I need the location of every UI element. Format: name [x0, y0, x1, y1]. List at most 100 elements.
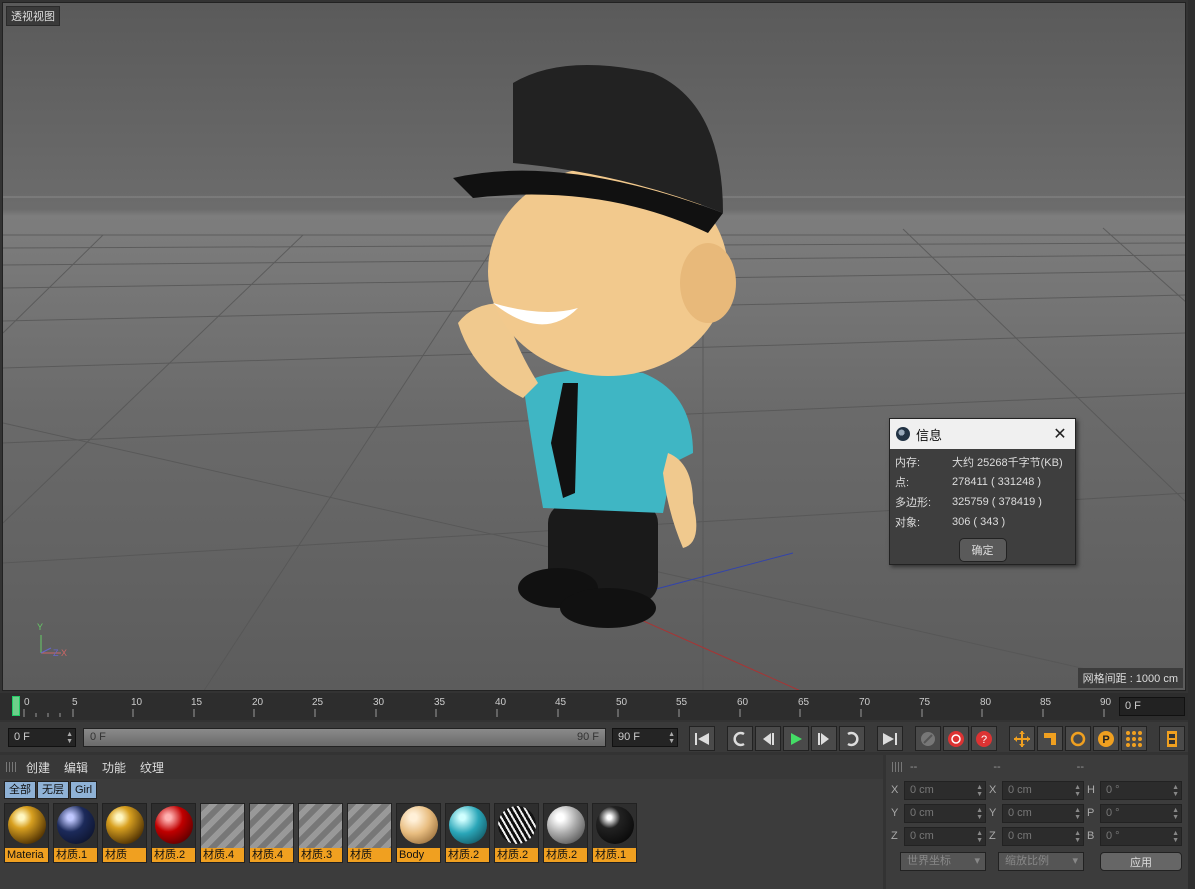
- move-icon: [1014, 730, 1030, 747]
- go-to-start-button[interactable]: [689, 726, 715, 751]
- skip-start-icon: [695, 732, 709, 745]
- apply-button[interactable]: 应用: [1100, 852, 1182, 871]
- material-preview: [155, 806, 193, 844]
- rotation-key-button[interactable]: [1065, 726, 1091, 751]
- rotation-h-field[interactable]: 0 ° ▲ ▼: [1100, 781, 1182, 800]
- next-frame-button[interactable]: [811, 726, 837, 751]
- material-swatch[interactable]: 材质.2: [543, 803, 588, 863]
- position-x-field[interactable]: 0 cm ▲ ▼: [904, 781, 986, 800]
- axis-label: Y: [891, 807, 899, 819]
- coord-row-2: Y 0 cm ▲ ▼ Y 0 cm ▲ ▼ P 0 ° ▲ ▼: [890, 804, 1186, 824]
- axis-label: Z: [989, 830, 996, 842]
- perspective-viewport[interactable]: 透视视图 Y Z X 网格间距 : 1000 cm: [2, 2, 1186, 691]
- rotation-p-field[interactable]: 0 ° ▲ ▼: [1100, 804, 1182, 823]
- filter-girl[interactable]: Girl: [70, 781, 98, 799]
- previous-frame-button[interactable]: [755, 726, 781, 751]
- spinner-icon[interactable]: ▲ ▼: [1074, 784, 1081, 798]
- right-scrollbar[interactable]: [1188, 0, 1195, 889]
- point-level-key-button[interactable]: [1121, 726, 1147, 751]
- spinner-icon[interactable]: ▲ ▼: [1172, 784, 1179, 798]
- viewport-title[interactable]: 透视视图: [6, 6, 60, 26]
- material-swatch[interactable]: 材质.1: [592, 803, 637, 863]
- end-frame-field[interactable]: 90 F ▲ ▼: [612, 728, 678, 747]
- spinner-icon[interactable]: ▲ ▼: [976, 784, 983, 798]
- material-name: 材质.2: [495, 848, 538, 862]
- axis-label: P: [1087, 807, 1095, 819]
- previous-key-button[interactable]: [727, 726, 753, 751]
- menu-edit[interactable]: 编辑: [64, 759, 88, 776]
- material-swatch[interactable]: 材质: [102, 803, 147, 863]
- spinner-icon[interactable]: ▲ ▼: [1074, 807, 1081, 821]
- filter-all[interactable]: 全部: [4, 781, 36, 799]
- position-key-button[interactable]: [1009, 726, 1035, 751]
- grid-spacing-label: 网格间距 : 1000 cm: [1077, 668, 1183, 688]
- spinner-icon[interactable]: ▲ ▼: [976, 830, 983, 844]
- current-frame-field[interactable]: 0 F: [1119, 697, 1185, 716]
- field-value: 0 cm: [1008, 830, 1032, 842]
- timeline-ruler[interactable]: 0 5 10 15 20 25 30 35 40 45 50 55 60 65 …: [0, 693, 1188, 720]
- go-to-end-button[interactable]: [877, 726, 903, 751]
- record-keys-button[interactable]: [915, 726, 941, 751]
- world-coordinates-dropdown[interactable]: 世界坐标 ▾: [900, 852, 986, 871]
- step-back-icon: [763, 732, 774, 745]
- ruler[interactable]: 0 5 10 15 20 25 30 35 40 45 50 55 60 65 …: [10, 695, 1117, 717]
- material-swatch[interactable]: 材质.1: [53, 803, 98, 863]
- spinner-icon[interactable]: ▲ ▼: [668, 731, 675, 745]
- info-key: 内存:: [895, 457, 921, 469]
- parameter-key-button[interactable]: P: [1093, 726, 1119, 751]
- menu-texture[interactable]: 纹理: [140, 759, 164, 776]
- menu-create[interactable]: 创建: [26, 759, 50, 776]
- material-swatch[interactable]: 材质.2: [494, 803, 539, 863]
- preview-range-slider[interactable]: 0 F 90 F: [83, 728, 606, 747]
- auto-key-button[interactable]: [943, 726, 969, 751]
- info-value: 325759 ( 378419 ): [952, 496, 1042, 508]
- menu-function[interactable]: 功能: [102, 759, 126, 776]
- material-preview: [351, 806, 389, 844]
- material-swatch[interactable]: 材质: [347, 803, 392, 863]
- position-z-field[interactable]: 0 cm ▲ ▼: [904, 827, 986, 846]
- rotation-b-field[interactable]: 0 ° ▲ ▼: [1100, 827, 1182, 846]
- material-swatch[interactable]: Body: [396, 803, 441, 863]
- spinner-icon[interactable]: ▲ ▼: [66, 731, 73, 745]
- filter-no-layer[interactable]: 无层: [37, 781, 69, 799]
- spinner-icon[interactable]: ▲ ▼: [1074, 830, 1081, 844]
- info-key: 点:: [895, 477, 910, 489]
- size-y-field[interactable]: 0 cm ▲ ▼: [1002, 804, 1084, 823]
- close-icon[interactable]: ✕: [1051, 424, 1069, 444]
- size-x-field[interactable]: 0 cm ▲ ▼: [1002, 781, 1084, 800]
- material-swatch[interactable]: 材质.4: [200, 803, 245, 863]
- next-key-button[interactable]: [839, 726, 865, 751]
- playhead[interactable]: [12, 696, 20, 716]
- info-dialog-titlebar[interactable]: 信息 ✕: [890, 419, 1075, 449]
- end-frame-value: 90 F: [618, 731, 641, 743]
- material-name: 材质.2: [446, 848, 489, 862]
- scale-mode-dropdown[interactable]: 缩放比例 ▾: [998, 852, 1084, 871]
- spinner-icon[interactable]: ▲ ▼: [1172, 807, 1179, 821]
- transport-bar: 0 F ▲ ▼ 0 F 90 F 90 F ▲ ▼ ? P: [0, 722, 1188, 752]
- panel-grip-icon[interactable]: [892, 762, 902, 772]
- material-name: Materia: [5, 848, 48, 862]
- ok-button[interactable]: 确定: [958, 538, 1007, 562]
- dropdown-value: 缩放比例: [1005, 855, 1049, 867]
- size-z-field[interactable]: 0 cm ▲ ▼: [1002, 827, 1084, 846]
- play-button[interactable]: [783, 726, 809, 751]
- position-y-field[interactable]: 0 cm ▲ ▼: [904, 804, 986, 823]
- timeline-window-button[interactable]: [1159, 726, 1185, 751]
- info-key: 多边形:: [895, 497, 932, 509]
- info-row-memory: 内存: 大约 25268千字节(KB): [890, 452, 1075, 472]
- material-swatch[interactable]: Materia: [4, 803, 49, 863]
- material-swatch[interactable]: 材质.2: [445, 803, 490, 863]
- material-name: 材质.2: [152, 848, 195, 862]
- refresh-forward-icon: [847, 731, 859, 746]
- keyframe-selection-button[interactable]: ?: [971, 726, 997, 751]
- material-swatch[interactable]: 材质.3: [298, 803, 343, 863]
- panel-grip-icon[interactable]: [6, 762, 16, 772]
- scale-key-button[interactable]: [1037, 726, 1063, 751]
- start-frame-field[interactable]: 0 F ▲ ▼: [8, 728, 76, 747]
- spinner-icon[interactable]: ▲ ▼: [1172, 830, 1179, 844]
- spinner-icon[interactable]: ▲ ▼: [976, 807, 983, 821]
- material-swatch[interactable]: 材质.2: [151, 803, 196, 863]
- material-swatch[interactable]: 材质.4: [249, 803, 294, 863]
- coord-header-rotation: --: [1076, 761, 1084, 773]
- axis-label: X: [989, 784, 997, 796]
